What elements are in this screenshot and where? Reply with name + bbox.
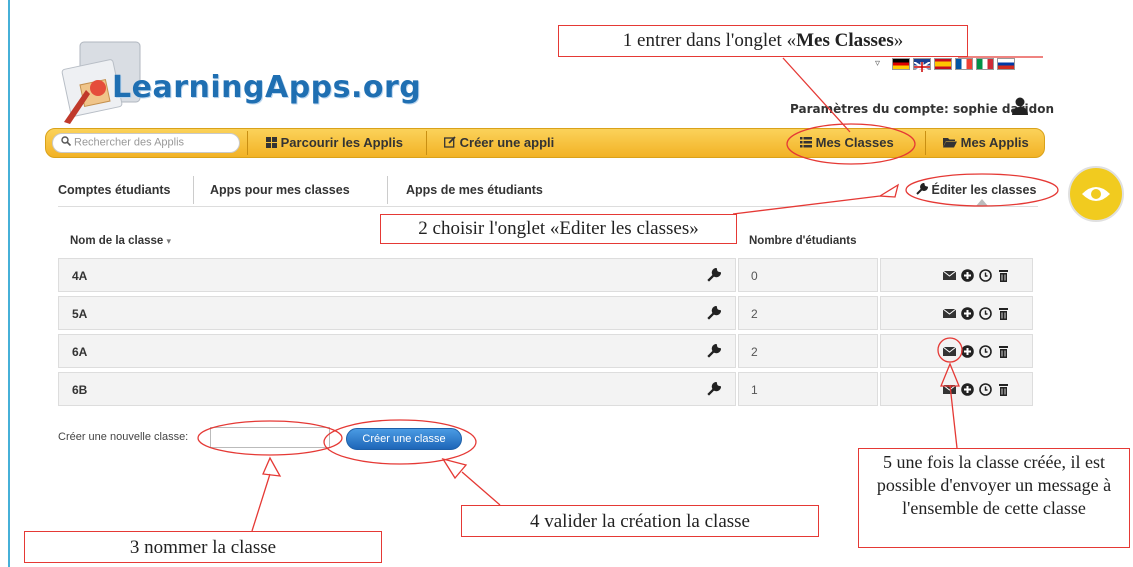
student-count: 0	[751, 269, 758, 283]
flag-de-icon[interactable]	[892, 58, 910, 70]
col-header-class-name[interactable]: Nom de la classe ▾	[70, 235, 171, 247]
table-row-actions-cell	[880, 258, 1033, 292]
tab-divider	[387, 176, 388, 204]
nav-my-apps-label: Mes Applis	[960, 135, 1029, 150]
class-name: 4A	[72, 269, 88, 283]
add-circle-icon[interactable]	[961, 345, 974, 358]
tab-divider	[193, 176, 194, 204]
flag-gb-icon[interactable]	[913, 58, 931, 73]
table-row-actions-cell	[880, 334, 1033, 368]
folder-icon	[943, 136, 957, 151]
sort-caret-icon: ▾	[166, 236, 172, 246]
table-row-actions-cell	[880, 296, 1033, 330]
table-row-actions-cell	[880, 372, 1033, 406]
class-name: 6A	[72, 345, 88, 359]
tab-student-accounts[interactable]: Comptes étudiants	[58, 183, 171, 197]
annotation-step-3: 3 nommer la classe	[24, 531, 382, 563]
mail-icon[interactable]	[942, 269, 957, 282]
nav-divider	[925, 131, 926, 155]
class-name: 5A	[72, 307, 88, 321]
nav-browse-label: Parcourir les Applis	[280, 135, 403, 150]
table-row-name-cell: 5A	[58, 296, 736, 330]
new-class-input[interactable]	[210, 427, 330, 448]
flag-it-icon[interactable]	[976, 58, 994, 70]
flag-es-icon[interactable]	[934, 58, 952, 70]
class-name: 6B	[72, 383, 88, 397]
user-icon[interactable]	[1010, 96, 1030, 116]
eye-badge-icon[interactable]	[1068, 166, 1124, 222]
nav-my-classes[interactable]: Mes Classes	[800, 135, 894, 151]
nav-my-classes-label: Mes Classes	[815, 135, 894, 150]
student-count: 1	[751, 383, 758, 397]
add-circle-icon[interactable]	[961, 269, 974, 282]
nav-divider	[247, 131, 248, 155]
edit-icon	[444, 136, 456, 151]
edge-line	[8, 0, 10, 567]
clock-icon[interactable]	[979, 383, 992, 396]
nav-create-app[interactable]: Créer une appli	[444, 135, 554, 151]
active-tab-indicator	[976, 199, 988, 206]
clock-icon[interactable]	[979, 269, 992, 282]
tab-edit-classes[interactable]: Éditer les classes	[916, 182, 1037, 198]
annotation-step-1-bold: Mes Classes	[796, 30, 894, 51]
search-placeholder: Rechercher des Applis	[74, 136, 185, 149]
table-row-count-cell: 1	[738, 372, 878, 406]
search-icon	[61, 136, 72, 149]
nav-browse-apps[interactable]: Parcourir les Applis	[266, 135, 403, 151]
trash-icon[interactable]	[997, 383, 1010, 396]
annotation-step-1-pre: 1 entrer dans l'onglet «	[622, 30, 797, 51]
trash-icon[interactable]	[997, 307, 1010, 320]
table-row-name-cell: 6B	[58, 372, 736, 406]
flag-ru-icon[interactable]	[997, 58, 1015, 70]
tab-underline	[58, 206, 1038, 207]
mail-icon[interactable]	[942, 345, 957, 358]
annotation-step-1-post: »	[893, 30, 904, 51]
wrench-icon	[916, 182, 929, 198]
edit-class-wrench-icon[interactable]	[707, 343, 722, 358]
language-dropdown-icon[interactable]: ▿	[875, 58, 880, 69]
trash-icon[interactable]	[997, 269, 1010, 282]
nav-create-label: Créer une appli	[459, 135, 555, 150]
tab-apps-of-students[interactable]: Apps de mes étudiants	[406, 183, 543, 197]
create-class-button[interactable]: Créer une classe	[346, 428, 462, 450]
table-row-count-cell: 0	[738, 258, 878, 292]
annotation-step-5: 5 une fois la classe créée, il est possi…	[858, 448, 1130, 548]
nav-my-apps[interactable]: Mes Applis	[943, 135, 1029, 151]
table-row-name-cell: 4A	[58, 258, 736, 292]
mail-icon[interactable]	[942, 307, 957, 320]
edit-class-wrench-icon[interactable]	[707, 267, 722, 282]
logo-text[interactable]: LearningApps.org	[112, 70, 421, 105]
annotation-step-4: 4 valider la création la classe	[461, 505, 819, 537]
mail-icon[interactable]	[942, 383, 957, 396]
clock-icon[interactable]	[979, 307, 992, 320]
col-header-student-count: Nombre d'étudiants	[749, 235, 857, 247]
annotation-step-2: 2 choisir l'onglet «Editer les classes»	[380, 214, 737, 244]
new-class-label: Créer une nouvelle classe:	[58, 431, 189, 443]
list-icon	[800, 136, 812, 151]
grid-icon	[266, 136, 277, 151]
trash-icon[interactable]	[997, 345, 1010, 358]
edit-class-wrench-icon[interactable]	[707, 381, 722, 396]
tab-edit-classes-label: Éditer les classes	[931, 183, 1037, 197]
edit-class-wrench-icon[interactable]	[707, 305, 722, 320]
annotation-step-1: 1 entrer dans l'onglet «Mes Classes»	[558, 25, 968, 57]
col-header-class-name-label: Nom de la classe	[70, 235, 164, 247]
table-row-count-cell: 2	[738, 296, 878, 330]
table-row-name-cell: 6A	[58, 334, 736, 368]
add-circle-icon[interactable]	[961, 307, 974, 320]
flag-fr-icon[interactable]	[955, 58, 973, 70]
nav-divider	[426, 131, 427, 155]
add-circle-icon[interactable]	[961, 383, 974, 396]
clock-icon[interactable]	[979, 345, 992, 358]
student-count: 2	[751, 307, 758, 321]
student-count: 2	[751, 345, 758, 359]
table-row-count-cell: 2	[738, 334, 878, 368]
tab-apps-for-classes[interactable]: Apps pour mes classes	[210, 183, 350, 197]
search-input[interactable]: Rechercher des Applis	[52, 133, 240, 153]
